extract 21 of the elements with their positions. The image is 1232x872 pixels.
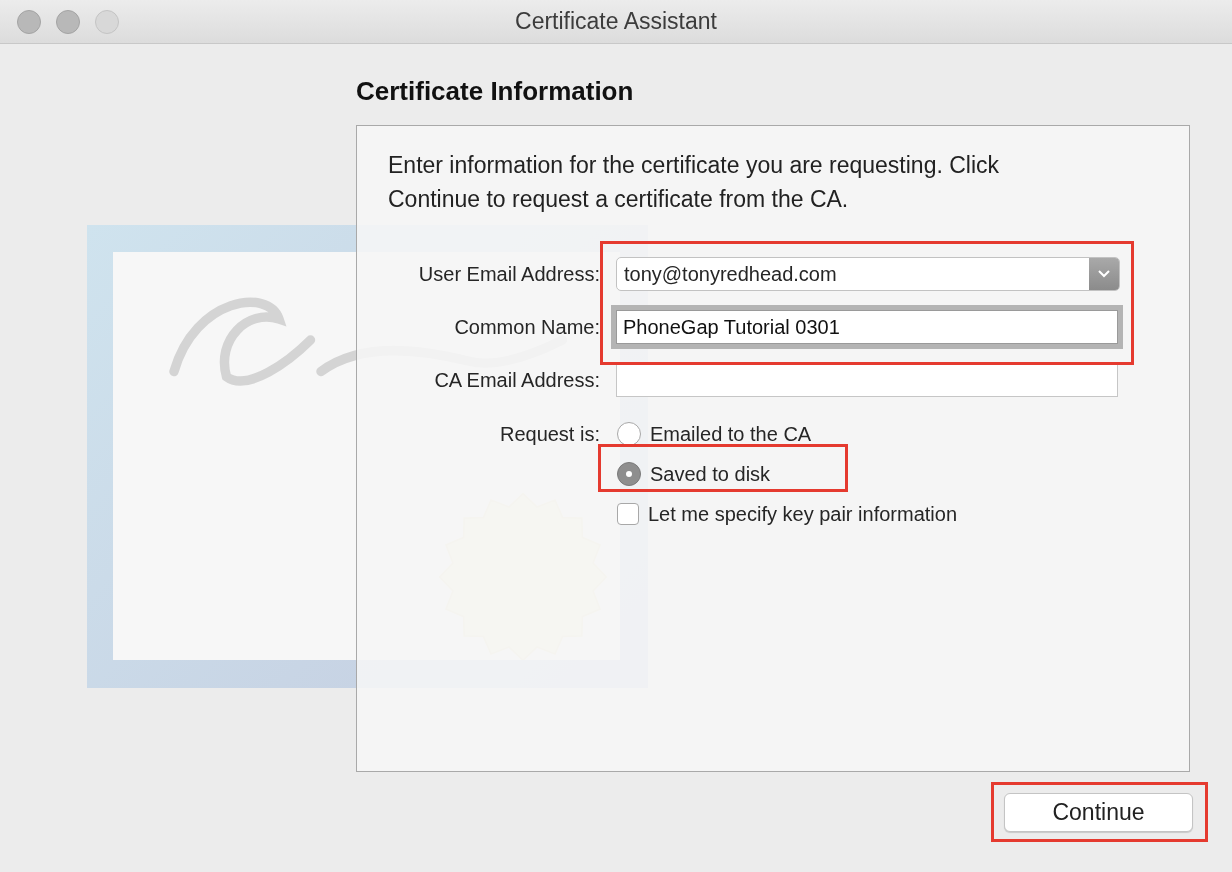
section-heading: Certificate Information [356, 75, 635, 108]
field-label: Common Name: [453, 315, 601, 339]
field-label: Request is: [498, 422, 601, 446]
field-label: CA Email Address: [433, 368, 601, 392]
email-dropdown[interactable]: tony@tonyredhead.com [616, 257, 1120, 291]
minimize-button[interactable] [56, 9, 80, 34]
zoom-button[interactable] [95, 9, 119, 34]
radio-button[interactable] [617, 422, 641, 446]
option-label[interactable]: Emailed to the CA [650, 422, 812, 446]
instructions-text: Enter information for the certificate you are requesting. Click Continue to request a certificate from the CA. [387, 151, 1001, 214]
chevron-down-icon [1098, 270, 1110, 278]
text-field[interactable]: PhoneGap Tutorial 0301 [616, 310, 1118, 344]
checkbox[interactable] [617, 503, 639, 525]
field-label: User Email Address: [417, 262, 601, 286]
checkbox-label[interactable]: Let me specify key pair information [648, 502, 958, 526]
window-title: Certificate Assistant [514, 8, 718, 35]
continue-button[interactable]: Continue [1004, 793, 1193, 832]
radio-button[interactable] [617, 462, 641, 486]
option-label[interactable]: Saved to disk [650, 462, 771, 486]
close-button[interactable] [17, 9, 41, 34]
text-field[interactable] [616, 363, 1118, 397]
